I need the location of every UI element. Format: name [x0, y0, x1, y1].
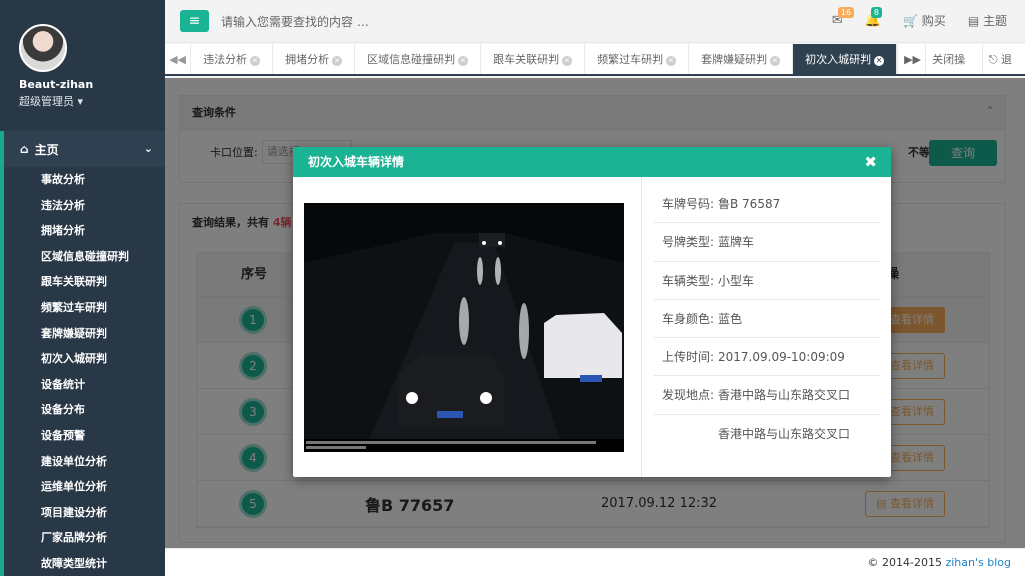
- close-icon[interactable]: ✕: [458, 56, 469, 66]
- search-input[interactable]: 请输入您需要查找的内容 …: [221, 13, 369, 30]
- sidebar-item[interactable]: 运维单位分析: [4, 474, 165, 500]
- sidebar-item[interactable]: 厂家品牌分析: [4, 525, 165, 551]
- sidebar-item[interactable]: 设备分布: [4, 397, 165, 423]
- avatar[interactable]: [19, 24, 67, 72]
- mail-icon[interactable]: ✉ 16: [832, 7, 855, 28]
- info-value: 小型车: [718, 273, 755, 288]
- sidebar-item[interactable]: 项目建设分析: [4, 500, 165, 526]
- sidebar-item[interactable]: 拥堵分析: [4, 218, 165, 244]
- modal-title: 初次入城车辆详情: [308, 155, 405, 169]
- bell-icon[interactable]: 🔔 8: [865, 7, 882, 28]
- sidebar-item[interactable]: 故障类型统计: [4, 551, 165, 576]
- profile: Beaut-zihan 超级管理员 ▾: [0, 0, 165, 131]
- info-row: 车身颜色: 蓝色: [654, 300, 880, 339]
- tab[interactable]: 区域信息碰撞研判 ✕: [355, 44, 482, 74]
- tab[interactable]: 违法分析 ✕: [191, 44, 274, 74]
- info-key: [654, 415, 716, 453]
- close-icon[interactable]: ✕: [332, 56, 343, 66]
- tab-scroll-left-button[interactable]: ◀◀: [165, 44, 192, 74]
- nav-home-label: 主页: [34, 142, 59, 157]
- user-role[interactable]: 超级管理员 ▾: [19, 93, 165, 109]
- sidebar-item[interactable]: 建设单位分析: [4, 449, 165, 475]
- top-bar: ≡ 请输入您需要查找的内容 … ✉ 16 🔔 8 🛒 购买 ▤ 主题: [165, 0, 1025, 43]
- info-key: 发现地点:: [662, 388, 715, 403]
- info-key: 号牌类型:: [662, 235, 715, 250]
- info-value: 香港中路与山东路交叉口: [718, 426, 851, 441]
- footer-link[interactable]: zihan's blog: [945, 556, 1011, 569]
- close-icon[interactable]: ✕: [874, 56, 885, 66]
- info-row: 香港中路与山东路交叉口: [654, 415, 880, 453]
- home-icon: ⌂: [20, 142, 29, 156]
- info-row: 发现地点: 香港中路与山东路交叉口: [654, 376, 880, 415]
- info-row: 上传时间: 2017.09.09-10:09:09: [654, 338, 880, 377]
- close-ops-dropdown[interactable]: 关闭操作▾: [925, 44, 982, 98]
- logout-button[interactable]: ⎋ 退出: [981, 44, 1025, 98]
- close-icon[interactable]: ✕: [666, 56, 677, 66]
- vehicle-info: 车牌号码: 鲁B 76587 号牌类型: 蓝牌车 车辆类型: 小型车 车身颜色: 蓝色 上传时间…: [654, 185, 880, 453]
- sidebar-item[interactable]: 频繁过车研判: [4, 295, 165, 321]
- tab[interactable]: 拥堵分析 ✕: [273, 44, 356, 74]
- sidebar-item[interactable]: 跟车关联研判: [4, 269, 165, 295]
- sidebar-item[interactable]: 区域信息碰撞研判: [4, 244, 165, 270]
- info-key: 车身颜色:: [662, 311, 715, 326]
- info-row: 号牌类型: 蓝牌车: [654, 223, 880, 262]
- sidebar-item[interactable]: 套牌嫌疑研判: [4, 321, 165, 347]
- chevron-down-icon: ⌄: [143, 142, 153, 155]
- info-key: 车牌号码:: [662, 197, 715, 211]
- theme-icon: ▤: [967, 14, 980, 28]
- info-row: 车牌号码: 鲁B 76587: [654, 185, 880, 224]
- sidebar-item[interactable]: 设备统计: [4, 372, 165, 398]
- info-value: 蓝牌车: [718, 235, 755, 250]
- theme-button[interactable]: ▤ 主题: [968, 12, 1007, 29]
- sidebar: Beaut-zihan 超级管理员 ▾ ⌂ 主页 ⌄ 事故分析 违法分析 拥堵分析区…: [0, 0, 165, 576]
- info-key: 车辆类型:: [662, 273, 715, 288]
- cart-icon: 🛒: [903, 14, 918, 28]
- tab[interactable]: 跟车关联研判 ✕: [481, 44, 586, 74]
- menu-toggle-button[interactable]: ≡: [180, 10, 209, 32]
- vehicle-photo: [304, 203, 624, 452]
- close-icon[interactable]: ✕: [562, 56, 573, 66]
- tab[interactable]: 套牌嫌疑研判 ✕: [689, 44, 794, 74]
- user-name[interactable]: Beaut-zihan: [19, 78, 165, 91]
- sidebar-item[interactable]: 事故分析: [4, 167, 165, 193]
- tab-scroll-right-button[interactable]: ▶▶: [897, 44, 925, 74]
- tab-active[interactable]: 初次入城研判 ✕: [793, 44, 898, 74]
- info-value: 香港中路与山东路交叉口: [718, 388, 851, 403]
- mail-badge: 16: [837, 7, 855, 18]
- info-row: 车辆类型: 小型车: [654, 262, 880, 300]
- close-icon[interactable]: ✕: [250, 56, 261, 66]
- info-value: 蓝色: [718, 311, 743, 326]
- close-icon[interactable]: ✖: [864, 147, 877, 177]
- tab[interactable]: 频繁过车研判 ✕: [585, 44, 690, 74]
- info-value: 2017.09.09-10:09:09: [718, 350, 845, 365]
- divider: [641, 177, 642, 477]
- bell-badge: 8: [870, 7, 882, 18]
- sidebar-item[interactable]: 初次入城研判: [4, 346, 165, 372]
- info-value: 鲁B 76587: [718, 197, 781, 211]
- close-icon[interactable]: ✕: [770, 56, 781, 66]
- vehicle-detail-modal: 初次入城车辆详情 ✖ 车牌号码: 鲁B 76587 号牌类型: 蓝牌车 车辆类型…: [293, 147, 891, 477]
- info-key: 上传时间:: [662, 350, 715, 365]
- night-traffic-image: [304, 203, 624, 452]
- sidebar-item[interactable]: 违法分析: [4, 193, 165, 219]
- buy-button[interactable]: 🛒 购买: [903, 12, 946, 29]
- tab-bar: ◀◀ 违法分析 ✕ 拥堵分析 ✕ 区域信息碰撞研判 ✕ 跟车关联研判 ✕ 频繁过车研判 ✕ 套牌嫌疑…: [165, 44, 1025, 98]
- nav-menu: ⌂ 主页 ⌄ 事故分析 违法分析 拥堵分析 区域信息碰撞研判 跟车关联研判 频繁过车研判套…: [0, 131, 165, 576]
- modal-header: 初次入城车辆详情 ✖: [293, 147, 891, 177]
- nav-home[interactable]: ⌂ 主页 ⌄: [4, 131, 165, 167]
- sidebar-item[interactable]: 设备预警: [4, 423, 165, 449]
- footer: © 2014-2015 zihan's blog: [165, 548, 1025, 576]
